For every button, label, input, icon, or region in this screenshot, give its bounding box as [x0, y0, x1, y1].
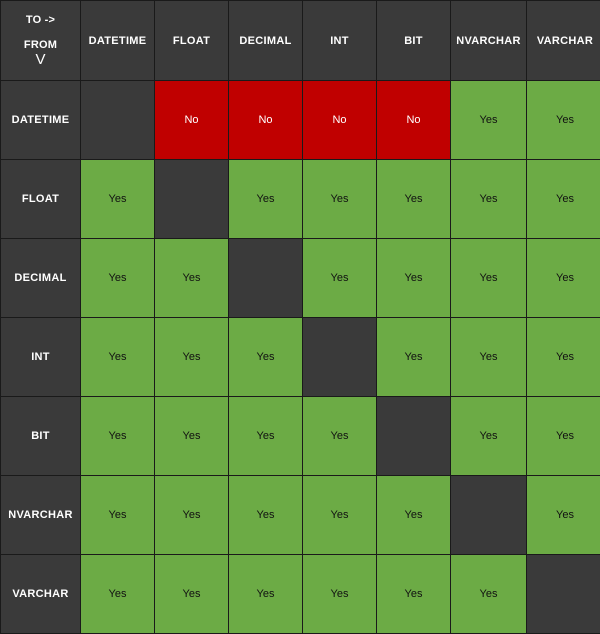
row-header-float: FLOAT: [1, 160, 81, 239]
cell-varchar-to-bit: Yes: [377, 555, 451, 634]
cell-bit-to-float: Yes: [155, 397, 229, 476]
cell-varchar-to-decimal: Yes: [229, 555, 303, 634]
table-header-row: TO -> FROM V DATETIMEFLOATDECIMALINTBITN…: [1, 1, 600, 81]
row-header-bit: BIT: [1, 397, 81, 476]
cell-int-to-varchar: Yes: [527, 318, 600, 397]
cell-decimal-to-varchar: Yes: [527, 239, 600, 318]
cell-int-to-int: [303, 318, 377, 397]
cell-bit-to-nvarchar: Yes: [451, 397, 527, 476]
cell-bit-to-datetime: Yes: [81, 397, 155, 476]
cell-datetime-to-float: No: [155, 81, 229, 160]
cell-nvarchar-to-bit: Yes: [377, 476, 451, 555]
cell-float-to-datetime: Yes: [81, 160, 155, 239]
cell-datetime-to-varchar: Yes: [527, 81, 600, 160]
cell-decimal-to-nvarchar: Yes: [451, 239, 527, 318]
cell-float-to-decimal: Yes: [229, 160, 303, 239]
cell-int-to-float: Yes: [155, 318, 229, 397]
column-header-nvarchar: NVARCHAR: [451, 1, 527, 81]
cell-nvarchar-to-decimal: Yes: [229, 476, 303, 555]
table-row: INTYesYesYesYesYesYes: [1, 318, 600, 397]
cell-float-to-bit: Yes: [377, 160, 451, 239]
table-row: FLOATYesYesYesYesYesYes: [1, 160, 600, 239]
conversion-matrix-table: TO -> FROM V DATETIMEFLOATDECIMALINTBITN…: [0, 0, 600, 634]
cell-decimal-to-decimal: [229, 239, 303, 318]
cell-datetime-to-nvarchar: Yes: [451, 81, 527, 160]
cell-float-to-float: [155, 160, 229, 239]
cell-nvarchar-to-int: Yes: [303, 476, 377, 555]
cell-varchar-to-datetime: Yes: [81, 555, 155, 634]
matrix-corner-legend: TO -> FROM V: [1, 1, 81, 81]
cell-decimal-to-bit: Yes: [377, 239, 451, 318]
column-header-datetime: DATETIME: [81, 1, 155, 81]
cell-nvarchar-to-float: Yes: [155, 476, 229, 555]
cell-varchar-to-varchar: [527, 555, 600, 634]
cell-decimal-to-float: Yes: [155, 239, 229, 318]
row-header-varchar: VARCHAR: [1, 555, 81, 634]
column-header-bit: BIT: [377, 1, 451, 81]
table-row: NVARCHARYesYesYesYesYesYes: [1, 476, 600, 555]
table-row: BITYesYesYesYesYesYes: [1, 397, 600, 476]
table-row: DATETIMENoNoNoNoYesYes: [1, 81, 600, 160]
table-body: DATETIMENoNoNoNoYesYesFLOATYesYesYesYesY…: [1, 81, 600, 634]
cell-datetime-to-decimal: No: [229, 81, 303, 160]
cell-int-to-bit: Yes: [377, 318, 451, 397]
table-row: DECIMALYesYesYesYesYesYes: [1, 239, 600, 318]
cell-nvarchar-to-datetime: Yes: [81, 476, 155, 555]
cell-varchar-to-nvarchar: Yes: [451, 555, 527, 634]
row-header-nvarchar: NVARCHAR: [1, 476, 81, 555]
cell-nvarchar-to-varchar: Yes: [527, 476, 600, 555]
cell-float-to-nvarchar: Yes: [451, 160, 527, 239]
cell-int-to-decimal: Yes: [229, 318, 303, 397]
cell-bit-to-bit: [377, 397, 451, 476]
cell-bit-to-decimal: Yes: [229, 397, 303, 476]
column-header-decimal: DECIMAL: [229, 1, 303, 81]
cell-datetime-to-int: No: [303, 81, 377, 160]
corner-to-label: TO ->: [1, 15, 80, 26]
row-header-decimal: DECIMAL: [1, 239, 81, 318]
cell-bit-to-int: Yes: [303, 397, 377, 476]
cell-varchar-to-float: Yes: [155, 555, 229, 634]
cell-int-to-nvarchar: Yes: [451, 318, 527, 397]
cell-decimal-to-datetime: Yes: [81, 239, 155, 318]
corner-from-label: FROM: [1, 40, 80, 51]
cell-int-to-datetime: Yes: [81, 318, 155, 397]
corner-down-arrow-icon: V: [1, 52, 80, 67]
cell-float-to-int: Yes: [303, 160, 377, 239]
column-header-varchar: VARCHAR: [527, 1, 600, 81]
column-header-int: INT: [303, 1, 377, 81]
table-row: VARCHARYesYesYesYesYesYes: [1, 555, 600, 634]
cell-nvarchar-to-nvarchar: [451, 476, 527, 555]
cell-varchar-to-int: Yes: [303, 555, 377, 634]
cell-datetime-to-datetime: [81, 81, 155, 160]
row-header-int: INT: [1, 318, 81, 397]
cell-float-to-varchar: Yes: [527, 160, 600, 239]
column-header-float: FLOAT: [155, 1, 229, 81]
row-header-datetime: DATETIME: [1, 81, 81, 160]
cell-datetime-to-bit: No: [377, 81, 451, 160]
cell-bit-to-varchar: Yes: [527, 397, 600, 476]
cell-decimal-to-int: Yes: [303, 239, 377, 318]
